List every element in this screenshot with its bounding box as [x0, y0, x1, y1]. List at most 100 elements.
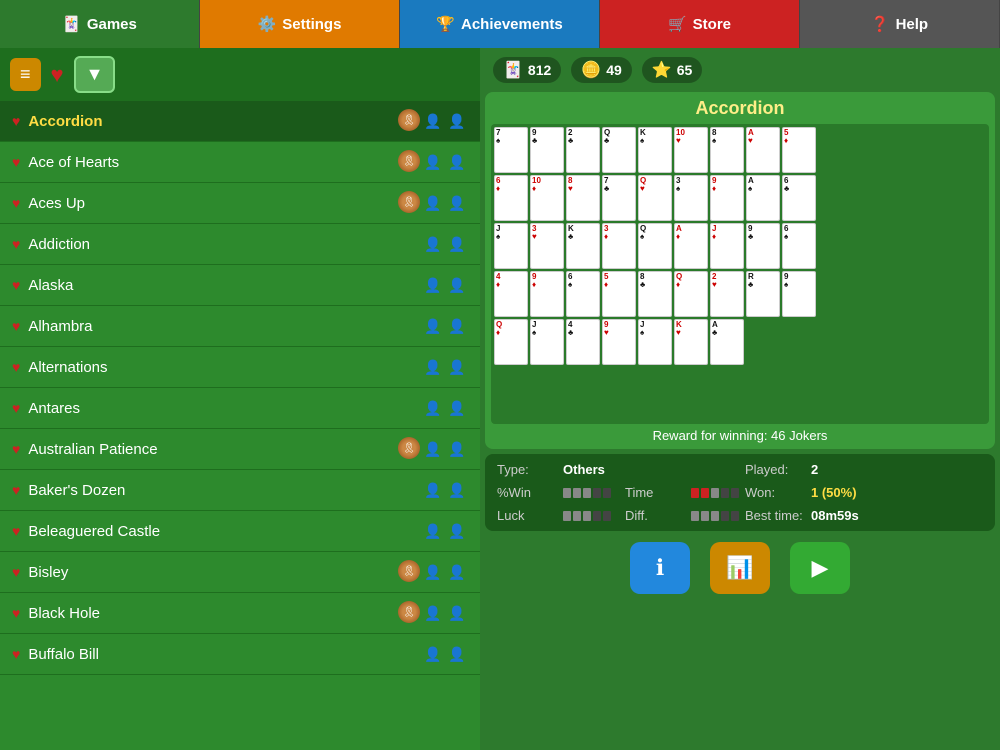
playing-card[interactable]: 10♥ [674, 127, 708, 173]
playing-card[interactable]: 5♦ [602, 271, 636, 317]
info-icon: ℹ [656, 555, 664, 581]
playing-card[interactable]: 8♥ [566, 175, 600, 221]
list-item[interactable]: ♥Alaska👤👤 [0, 265, 480, 306]
list-view-button[interactable]: ≡ [10, 58, 41, 91]
playing-card[interactable]: 9♥ [602, 319, 636, 365]
list-item[interactable]: ♥Black Hole🎗👤👤 [0, 593, 480, 634]
playing-card[interactable]: A♠ [746, 175, 780, 221]
list-item[interactable]: ♥Accordion🎗👤👤 [0, 101, 480, 142]
playing-card[interactable]: 7♠ [494, 127, 528, 173]
playing-card[interactable]: 2♣ [566, 127, 600, 173]
luckdiff-row: Luck Diff. [497, 508, 739, 523]
list-item[interactable]: ♥Baker's Dozen👤👤 [0, 470, 480, 511]
person-silhouette: 👤 [446, 601, 468, 625]
playing-card[interactable]: 8♣ [638, 271, 672, 317]
playing-card[interactable]: 2♥ [710, 271, 744, 317]
playing-card[interactable]: 9♣ [530, 127, 564, 173]
medals-container: 🎗👤👤 [398, 150, 468, 174]
playing-card[interactable]: 10♦ [530, 175, 564, 221]
playing-card[interactable]: 9♣ [746, 223, 780, 269]
playing-card[interactable]: J♠ [530, 319, 564, 365]
playing-card[interactable]: R♣ [746, 271, 780, 317]
info-button[interactable]: ℹ [630, 542, 690, 594]
heart-icon: ♥ [12, 646, 20, 662]
playing-card[interactable]: Q♣ [602, 127, 636, 173]
store-icon: 🛒 [668, 15, 687, 33]
filter-button[interactable]: ▼ [74, 56, 116, 93]
playing-card[interactable]: Q♦ [674, 271, 708, 317]
playing-card[interactable]: 9♦ [530, 271, 564, 317]
person-silhouette: 👤 [422, 314, 444, 338]
list-item[interactable]: ♥Buffalo Bill👤👤 [0, 634, 480, 675]
stars-icon: ⭐ [652, 60, 672, 80]
playing-card[interactable]: J♦ [710, 223, 744, 269]
playing-card[interactable]: 6♠ [566, 271, 600, 317]
playing-card[interactable]: 4♦ [494, 271, 528, 317]
heart-filter-icon: ♥ [51, 62, 64, 88]
card-row: 7♠9♣2♣Q♣K♠10♥8♠A♥5♦ [494, 127, 986, 173]
playing-card[interactable]: 7♣ [602, 175, 636, 221]
playing-card[interactable]: 8♠ [710, 127, 744, 173]
nav-achievements[interactable]: 🏆 Achievements [400, 0, 600, 48]
playing-card[interactable]: Q♥ [638, 175, 672, 221]
playing-card[interactable]: 6♦ [494, 175, 528, 221]
playing-card[interactable]: Q♦ [494, 319, 528, 365]
joker-icon: 🃏 [503, 60, 523, 80]
luck-bar [563, 511, 611, 521]
stats-button[interactable]: 📊 [710, 542, 770, 594]
playing-card[interactable]: A♦ [674, 223, 708, 269]
playing-card[interactable]: 5♦ [782, 127, 816, 173]
playing-card[interactable]: 6♣ [782, 175, 816, 221]
list-item[interactable]: ♥Alhambra👤👤 [0, 306, 480, 347]
list-item[interactable]: ♥Aces Up🎗👤👤 [0, 183, 480, 224]
game-name: Baker's Dozen [28, 482, 422, 499]
playing-card[interactable]: 4♣ [566, 319, 600, 365]
games-label: Games [87, 16, 137, 33]
medals-container: 🎗👤👤 [398, 109, 468, 133]
playing-card[interactable]: Q♠ [638, 223, 672, 269]
playing-card[interactable]: J♠ [638, 319, 672, 365]
playing-card[interactable]: 9♠ [782, 271, 816, 317]
game-name: Accordion [28, 113, 398, 130]
medals-container: 👤👤 [422, 273, 468, 297]
list-item[interactable]: ♥ Ace of Hearts🎗👤👤 [0, 142, 480, 183]
playing-card[interactable]: K♥ [674, 319, 708, 365]
playing-card[interactable]: K♣ [566, 223, 600, 269]
playing-card[interactable]: K♠ [638, 127, 672, 173]
playing-card[interactable]: A♥ [746, 127, 780, 173]
nav-help[interactable]: ❓ Help [800, 0, 1000, 48]
reward-text: Reward for winning: 46 Jokers [491, 428, 989, 443]
playing-card[interactable]: 6♠ [782, 223, 816, 269]
playing-card[interactable]: J♠ [494, 223, 528, 269]
playing-card[interactable]: A♣ [710, 319, 744, 365]
list-item[interactable]: ♥Beleaguered Castle👤👤 [0, 511, 480, 552]
medals-container: 👤👤 [422, 396, 468, 420]
card-area: 7♠9♣2♣Q♣K♠10♥8♠A♥5♦6♦10♦8♥7♣Q♥3♠9♦A♠6♣J♠… [491, 124, 989, 424]
game-name: Ace of Hearts [28, 154, 398, 171]
stats-icon: 📊 [726, 555, 753, 581]
medals-container: 🎗👤👤 [398, 437, 468, 461]
heart-icon: ♥ [12, 154, 20, 170]
playing-card[interactable]: 3♠ [674, 175, 708, 221]
list-item[interactable]: ♥Australian Patience🎗👤👤 [0, 429, 480, 470]
jokers-count: 812 [528, 62, 551, 78]
list-item[interactable]: ♥Bisley🎗👤👤 [0, 552, 480, 593]
nav-games[interactable]: 🃏 Games [0, 0, 200, 48]
playing-card[interactable]: 3♥ [530, 223, 564, 269]
playing-card[interactable]: 3♦ [602, 223, 636, 269]
left-panel: ≡ ♥ ▼ ♥Accordion🎗👤👤♥Ace of Hearts🎗👤👤♥Ace… [0, 48, 480, 750]
playing-card[interactable]: 9♦ [710, 175, 744, 221]
heart-icon: ♥ [12, 359, 20, 375]
nav-settings[interactable]: ⚙️ Settings [200, 0, 400, 48]
person-silhouette: 👤 [446, 191, 468, 215]
nav-store[interactable]: 🛒 Store [600, 0, 800, 48]
win-label: %Win [497, 485, 557, 500]
play-button[interactable]: ▶ [790, 542, 850, 594]
game-name: Addiction [28, 236, 422, 253]
list-item[interactable]: ♥Antares👤👤 [0, 388, 480, 429]
list-item[interactable]: ♥Addiction👤👤 [0, 224, 480, 265]
person-silhouette: 👤 [446, 109, 468, 133]
luck-label: Luck [497, 508, 557, 523]
list-item[interactable]: ♥Alternations👤👤 [0, 347, 480, 388]
achievements-label: Achievements [461, 16, 563, 33]
